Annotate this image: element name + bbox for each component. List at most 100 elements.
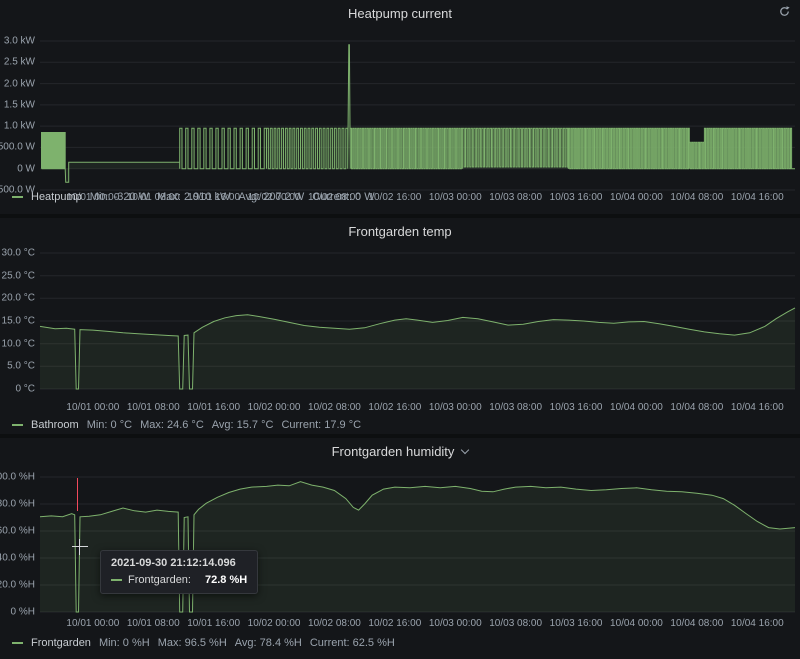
x-tick-label: 10/04 08:00: [670, 618, 724, 629]
legend: Bathroom Min: 0 °C Max: 24.6 °C Avg: 15.…: [12, 419, 361, 431]
tooltip-series-value: 72.8 %H: [204, 574, 248, 586]
x-tick-label: 10/04 00:00: [610, 618, 663, 629]
legend: Frontgarden Min: 0 %H Max: 96.5 %H Avg: …: [12, 637, 395, 649]
legend-stat-max: Max: 24.6 °C: [140, 419, 204, 431]
legend-series-name[interactable]: Bathroom: [31, 419, 79, 431]
y-tick-label: 500.0 W: [0, 141, 35, 153]
x-tick-label: 10/02 16:00: [368, 618, 422, 629]
plot-area[interactable]: [39, 252, 796, 390]
x-tick-label: 10/04 08:00: [670, 402, 724, 413]
x-tick-label: 10/01 08:00: [126, 618, 180, 629]
x-tick-label: 10/01 00:00: [66, 402, 120, 413]
y-tick-label: 100.0 %H: [0, 471, 35, 483]
x-tick-label: 10/03 00:00: [428, 192, 482, 203]
legend-stat-current: Current: 62.5 %H: [309, 637, 395, 649]
x-tick-label: 10/03 08:00: [489, 618, 543, 629]
y-tick-label: 80.0 %H: [0, 498, 35, 510]
legend-stat-min: Min: 0 %H: [98, 637, 150, 649]
panel-title[interactable]: Frontgarden temp: [348, 224, 451, 239]
legend-stat-max: Max: 96.5 %H: [157, 637, 227, 649]
x-tick-label: 10/04 16:00: [730, 618, 784, 629]
series-swatch-icon[interactable]: [12, 196, 23, 198]
legend-stat-min: Min: -320 W: [89, 191, 150, 203]
y-tick-label: 60.0 %H: [0, 525, 35, 537]
x-tick-label: 10/03 16:00: [549, 192, 603, 203]
panel-frontgarden-temp: Frontgarden temp 30.0 °C 25.0 °C 20.0 °C 15…: [0, 218, 800, 434]
panel-title[interactable]: Frontgarden humidity: [332, 444, 455, 459]
x-tick-label: 10/02 00:00: [247, 618, 301, 629]
panel-header: Frontgarden temp: [0, 223, 800, 241]
y-tick-label: 20.0 °C: [1, 292, 35, 304]
x-tick-label: 10/04 16:00: [730, 402, 784, 413]
x-tick-label: 10/01 16:00: [187, 618, 241, 629]
y-tick-label: 40.0 %H: [0, 552, 35, 564]
x-tick-label: 10/02 08:00: [308, 618, 361, 629]
x-tick-label: 10/02 08:00: [308, 402, 361, 413]
legend-series-name[interactable]: Heatpump: [31, 191, 82, 203]
y-tick-label: 25.0 °C: [1, 270, 35, 282]
x-tick-label: 10/03 08:00: [489, 402, 543, 413]
legend-series-name[interactable]: Frontgarden: [31, 637, 91, 649]
y-tick-label: 20.0 %H: [0, 579, 35, 591]
y-tick-label: 2.5 kW: [3, 56, 35, 68]
panel-header: Frontgarden humidity: [0, 443, 800, 461]
chevron-down-icon[interactable]: [461, 445, 470, 455]
y-tick-label: 1.0 kW: [3, 120, 35, 132]
panel-heatpump-current: Heatpump current 3.0 kW 2.5 kW 2.0 kW 1.5 k…: [0, 0, 800, 214]
legend-stat-min: Min: 0 °C: [86, 419, 133, 431]
legend-stat-current: Current: 0 W: [312, 191, 375, 203]
tooltip-series-row: Frontgarden: 72.8 %H: [111, 574, 247, 586]
y-tick-label: 2.0 kW: [3, 78, 35, 90]
x-tick-label: 10/02 16:00: [368, 192, 422, 203]
x-axis: 10/01 00:00 10/01 08:00 10/01 16:00 10/02 0…: [40, 618, 795, 631]
legend: Heatpump Min: -320 W Max: 2.910 kW Avg: …: [12, 191, 375, 203]
y-tick-label: 0 °C: [15, 383, 35, 395]
y-axis: 100.0 %H 80.0 %H 60.0 %H 40.0 %H 20.0 %H 0 %H: [0, 472, 35, 618]
x-tick-label: 10/03 16:00: [549, 618, 603, 629]
y-tick-label: 0 W: [17, 163, 35, 175]
x-tick-label: 10/03 16:00: [549, 402, 603, 413]
legend-stat-max: Max: 2.910 kW: [157, 191, 231, 203]
tooltip-series-swatch-icon: [111, 579, 122, 581]
x-tick-label: 10/01 00:00: [66, 618, 120, 629]
legend-stat-current: Current: 17.9 °C: [281, 419, 362, 431]
panel-title[interactable]: Heatpump current: [348, 6, 452, 21]
y-axis: 30.0 °C 25.0 °C 20.0 °C 15.0 °C 10.0 °C 5.0 °…: [0, 248, 35, 395]
panel-frontgarden-humidity: Frontgarden humidity 100.0 %H 80.0 %H 60.0…: [0, 438, 800, 659]
legend-stat-avg: Avg: 78.4 %H: [234, 637, 302, 649]
y-tick-label: 5.0 °C: [7, 360, 35, 372]
y-tick-label: 30.0 °C: [1, 247, 35, 259]
x-tick-label: 10/04 00:00: [610, 192, 663, 203]
refresh-icon[interactable]: [778, 5, 791, 18]
series-swatch-icon[interactable]: [12, 424, 23, 426]
grafana-dashboard: Heatpump current 3.0 kW 2.5 kW 2.0 kW 1.5 k…: [0, 0, 800, 659]
panel-header: Heatpump current: [0, 5, 800, 23]
plot-area[interactable]: [40, 40, 795, 191]
y-tick-label: 15.0 °C: [1, 315, 35, 327]
y-tick-label: 0 %H: [10, 606, 35, 618]
y-tick-label: 1.5 kW: [3, 99, 35, 111]
x-tick-label: 10/03 08:00: [489, 192, 543, 203]
tooltip-series-label: Frontgarden:: [128, 574, 191, 586]
legend-stat-avg: Avg: 207.2 W: [238, 191, 305, 203]
y-tick-label: 3.0 kW: [3, 35, 35, 47]
series-swatch-icon[interactable]: [12, 642, 23, 644]
x-tick-label: 10/01 08:00: [126, 402, 180, 413]
tooltip-timestamp: 2021-09-30 21:12:14.096: [111, 557, 236, 569]
x-tick-label: 10/03 00:00: [428, 618, 482, 629]
x-axis: 10/01 00:00 10/01 08:00 10/01 16:00 10/02 0…: [40, 402, 795, 415]
x-tick-label: 10/04 00:00: [610, 402, 663, 413]
y-axis: 3.0 kW 2.5 kW 2.0 kW 1.5 kW 1.0 kW 500.0 W 0 W…: [0, 36, 35, 196]
x-tick-label: 10/04 08:00: [670, 192, 724, 203]
chart-canvas[interactable]: [39, 252, 796, 390]
x-tick-label: 10/02 00:00: [247, 402, 301, 413]
y-tick-label: 10.0 °C: [1, 338, 35, 350]
graph-tooltip: 2021-09-30 21:12:14.096 Frontgarden: 72.…: [100, 550, 259, 594]
x-tick-label: 10/02 16:00: [368, 402, 422, 413]
crosshair-line: [77, 478, 78, 511]
chart-canvas[interactable]: [40, 40, 795, 191]
legend-stat-avg: Avg: 15.7 °C: [211, 419, 274, 431]
x-tick-label: 10/01 16:00: [187, 402, 241, 413]
x-tick-label: 10/03 00:00: [428, 402, 482, 413]
x-tick-label: 10/04 16:00: [730, 192, 784, 203]
